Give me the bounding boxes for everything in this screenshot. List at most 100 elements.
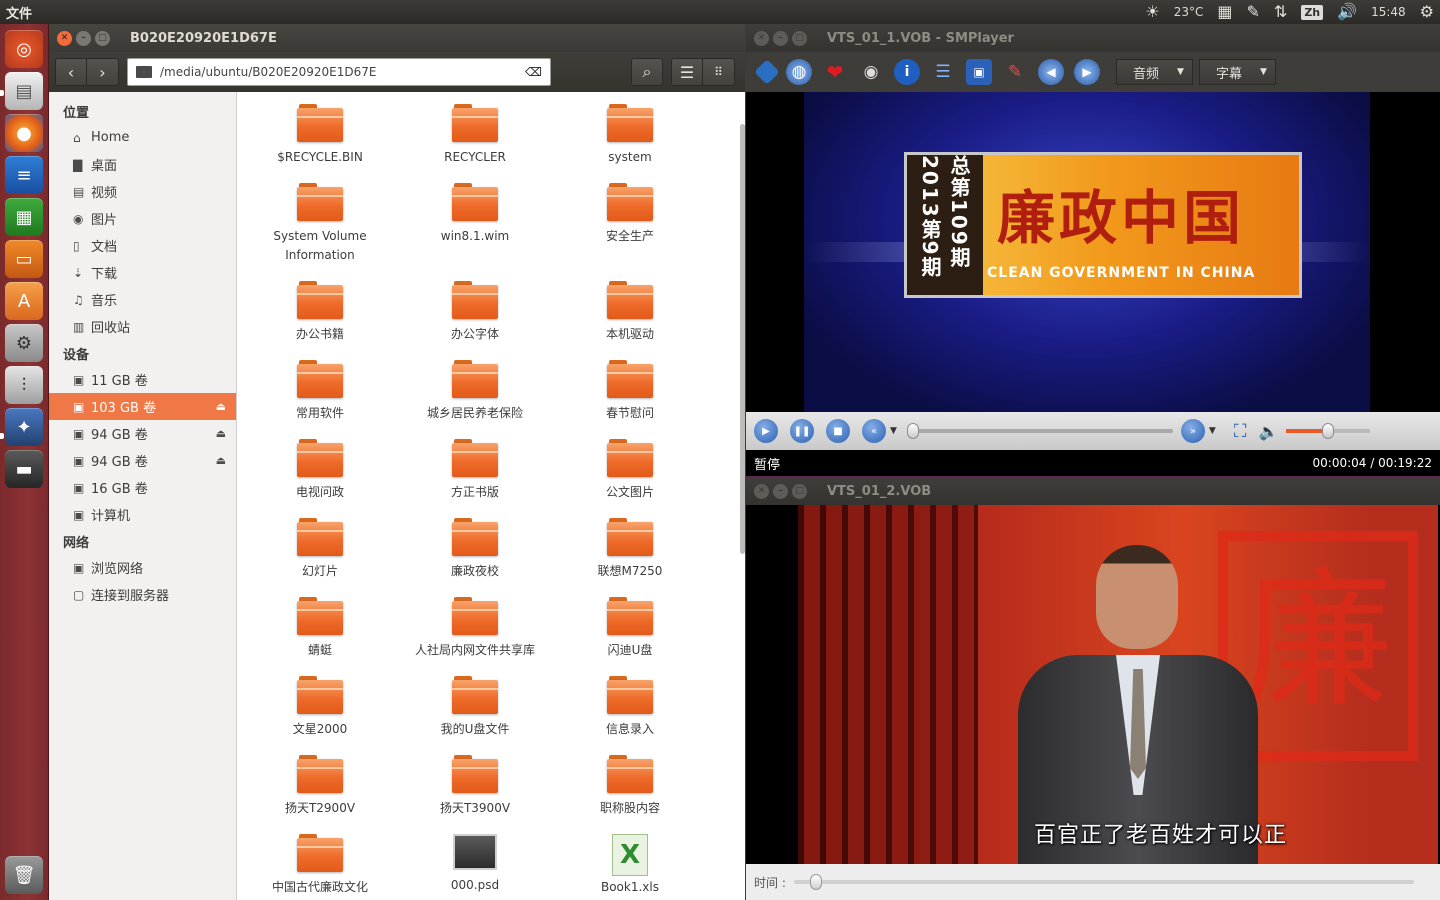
playlist-icon[interactable]: ☰ <box>930 59 956 85</box>
file-item[interactable]: 公文图片 <box>555 439 705 502</box>
sidebar-item-place[interactable]: ◉ 图片 <box>49 205 236 232</box>
player-1-titlebar[interactable]: ✕ – □ VTS_01_1.VOB - SMPlayer <box>746 24 1440 52</box>
close-icon[interactable]: ✕ <box>57 30 72 46</box>
fullscreen-icon[interactable]: ⛶ <box>1234 421 1247 442</box>
maximize-icon[interactable]: □ <box>792 483 807 499</box>
sidebar-item-device[interactable]: ▣ 11 GB 卷 <box>49 366 236 393</box>
equalizer-icon[interactable]: ⫶ <box>5 366 43 404</box>
app-menu-title[interactable]: 文件 <box>0 3 32 22</box>
player-2-titlebar[interactable]: ✕ – □ VTS_01_2.VOB <box>746 477 1440 505</box>
trash-icon[interactable]: 🗑 <box>5 856 43 894</box>
file-item[interactable]: 扬天T2900V <box>245 755 395 818</box>
system-settings-icon[interactable]: ⚙ <box>5 324 43 362</box>
forward-menu-chevron-icon[interactable]: ▼ <box>1209 426 1216 436</box>
sidebar-item-device[interactable]: ▣ 103 GB 卷 ⏏ <box>49 393 236 420</box>
volume-slider[interactable] <box>1286 423 1371 439</box>
file-item[interactable]: 办公字体 <box>400 281 550 344</box>
file-item[interactable]: 文星2000 <box>245 676 395 739</box>
seek-bar[interactable] <box>793 874 1414 890</box>
video-area-2[interactable]: 廉 百官正了老百姓才可以正 <box>746 505 1440 864</box>
file-item[interactable]: system <box>555 104 705 167</box>
film-clapper-icon[interactable]: ▬ <box>5 450 43 488</box>
frame-icon[interactable]: ▣ <box>966 59 992 85</box>
audio-track-select[interactable]: 音频 ▼ <box>1116 59 1193 85</box>
eject-icon[interactable]: ⏏ <box>216 454 226 467</box>
subtitle-track-select[interactable]: 字幕 ▼ <box>1198 59 1276 85</box>
file-item[interactable]: 方正书版 <box>400 439 550 502</box>
seek-bar[interactable] <box>906 423 1173 439</box>
close-icon[interactable]: ✕ <box>754 30 769 46</box>
smplayer-icon[interactable]: ✦ <box>5 408 43 446</box>
mute-speaker-icon[interactable]: 🔈 <box>1258 422 1278 441</box>
minimize-icon[interactable]: – <box>773 483 788 499</box>
sidebar-item-place[interactable]: ▤ 视频 <box>49 178 236 205</box>
file-item[interactable]: 春节慰问 <box>555 360 705 423</box>
search-button[interactable]: ⌕ <box>631 58 663 86</box>
paperclip-icon[interactable]: ✎ <box>1247 4 1260 20</box>
file-item[interactable]: 闪迪U盘 <box>555 597 705 660</box>
forward-icon[interactable]: » <box>1180 419 1205 443</box>
temperature-label[interactable]: 23°C <box>1174 5 1204 19</box>
file-item[interactable]: 常用软件 <box>245 360 395 423</box>
eject-icon[interactable]: ⏏ <box>216 400 226 413</box>
file-item[interactable]: 蜻蜓 <box>245 597 395 660</box>
seek-handle[interactable] <box>809 874 822 890</box>
sidebar-item-place[interactable]: ▯ 文档 <box>49 232 236 259</box>
file-item[interactable]: win8.1.wim <box>400 183 550 246</box>
sidebar-item-place[interactable]: ▇ 桌面 <box>49 151 236 178</box>
file-item[interactable]: 城乡居民养老保险 <box>400 360 550 423</box>
preferences-tools-icon[interactable]: ✎ <box>1002 59 1028 85</box>
globe-url-icon[interactable]: ◍ <box>786 59 812 85</box>
sidebar-item-place[interactable]: ⌂ Home <box>49 124 236 151</box>
minimize-icon[interactable]: – <box>773 30 788 46</box>
file-manager-titlebar[interactable]: ✕ – □ B020E20920E1D67E <box>49 24 745 52</box>
favorites-heart-icon[interactable]: ❤ <box>822 59 848 85</box>
clock-label[interactable]: 15:48 <box>1371 5 1406 19</box>
scrollbar[interactable] <box>740 124 745 554</box>
volume-icon[interactable]: 🔊 <box>1337 4 1357 20</box>
file-item[interactable]: 安全生产 <box>555 183 705 246</box>
network-arrows-icon[interactable]: ⇅ <box>1274 4 1287 20</box>
file-item[interactable]: 本机驱动 <box>555 281 705 344</box>
file-item[interactable]: 办公书籍 <box>245 281 395 344</box>
file-item[interactable]: 职称股内容 <box>555 755 705 818</box>
play-icon[interactable]: ▶ <box>754 419 778 443</box>
file-item[interactable]: 联想M7250 <box>555 518 705 581</box>
sidebar-item-device[interactable]: ▣ 16 GB 卷 <box>49 474 236 501</box>
calc-icon[interactable]: ▦ <box>5 198 43 236</box>
minimize-icon[interactable]: – <box>76 30 91 46</box>
sidebar-item-network[interactable]: ▣ 浏览网络 <box>49 554 236 581</box>
grid-view-button[interactable]: ⠿ <box>703 58 735 86</box>
volume-handle[interactable] <box>1322 423 1335 439</box>
firefox-icon[interactable]: ● <box>5 114 43 152</box>
sidebar-item-device[interactable]: ▣ 94 GB 卷 ⏏ <box>49 447 236 474</box>
calendar-icon[interactable]: ▦ <box>1217 4 1232 20</box>
sidebar-item-device[interactable]: ▣ 94 GB 卷 ⏏ <box>49 420 236 447</box>
next-icon[interactable]: ▶ <box>1074 59 1100 85</box>
close-icon[interactable]: ✕ <box>754 483 769 499</box>
weather-sun-icon[interactable]: ☀ <box>1145 4 1159 20</box>
video-area-1[interactable]: 总第109期 2013第9期 廉政中国 CLEAN GOVERNMENT IN … <box>746 92 1440 412</box>
file-item[interactable]: X Book1.xls <box>555 834 705 897</box>
software-center-icon[interactable]: A <box>5 282 43 320</box>
location-bar[interactable]: /media/ubuntu/B020E20920E1D67E ⌫ <box>127 58 551 86</box>
pause-icon[interactable]: ❚❚ <box>790 419 814 443</box>
file-item[interactable]: RECYCLER <box>400 104 550 167</box>
back-button[interactable]: ‹ <box>55 58 87 86</box>
sidebar-item-network[interactable]: ▢ 连接到服务器 <box>49 581 236 608</box>
file-item[interactable]: 电视问政 <box>245 439 395 502</box>
file-item[interactable]: 中国古代廉政文化 <box>245 834 395 897</box>
file-item[interactable]: 扬天T3900V <box>400 755 550 818</box>
seek-handle[interactable] <box>906 423 919 439</box>
rewind-icon[interactable]: « <box>862 419 886 443</box>
open-file-icon[interactable] <box>754 59 780 85</box>
previous-icon[interactable]: ◀ <box>1038 59 1064 85</box>
file-item[interactable]: 幻灯片 <box>245 518 395 581</box>
clear-location-icon[interactable]: ⌫ <box>525 65 542 79</box>
writer-icon[interactable]: ≡ <box>5 156 43 194</box>
sidebar-item-device[interactable]: ▣ 计算机 <box>49 501 236 528</box>
file-item[interactable]: 廉政夜校 <box>400 518 550 581</box>
file-item[interactable]: 信息录入 <box>555 676 705 739</box>
rewind-menu-chevron-icon[interactable]: ▼ <box>890 426 897 436</box>
sidebar-item-place[interactable]: ⇣ 下载 <box>49 259 236 286</box>
